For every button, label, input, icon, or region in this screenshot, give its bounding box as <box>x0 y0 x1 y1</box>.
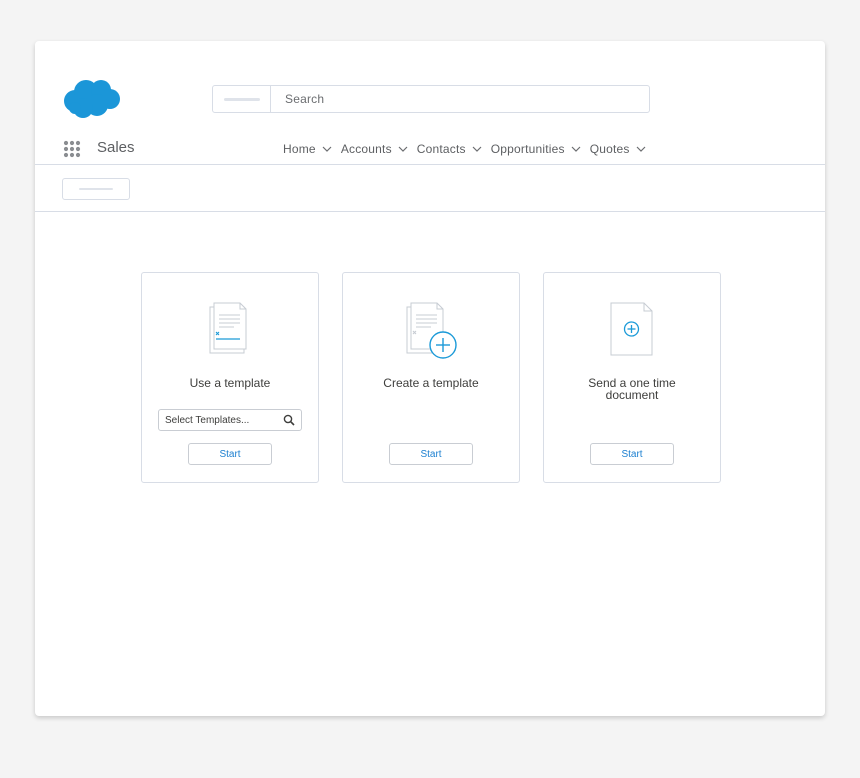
chevron-down-icon[interactable] <box>398 144 408 154</box>
card-title: Send a one time document <box>588 376 676 402</box>
search-input[interactable]: Search <box>285 92 324 106</box>
nav-tab-contacts[interactable]: Contacts <box>417 142 482 156</box>
use-template-start-button[interactable]: Start <box>188 443 272 465</box>
create-template-icon <box>406 302 457 359</box>
nav-tabs: Home Accounts Contacts Opportunities Quo… <box>283 142 655 156</box>
chevron-down-icon[interactable] <box>636 144 646 154</box>
app-navigation-bar: Sales Home Accounts Contacts Opportuniti… <box>35 137 825 165</box>
global-search[interactable]: Search <box>212 85 650 113</box>
search-icon[interactable] <box>283 414 295 426</box>
create-template-card: Create a template Start <box>342 272 520 483</box>
chevron-down-icon[interactable] <box>472 144 482 154</box>
nav-tab-label: Contacts <box>416 142 466 156</box>
nav-tab-label: Quotes <box>589 142 630 156</box>
placeholder-action-button[interactable] <box>62 178 130 200</box>
nav-tab-label: Accounts <box>340 142 392 156</box>
app-name: Sales <box>97 139 135 156</box>
select-templates-dropdown[interactable]: Select Templates... <box>158 409 302 431</box>
nav-tab-opportunities[interactable]: Opportunities <box>491 142 581 156</box>
card-title: Create a template <box>383 376 479 390</box>
use-template-card: Use a template Select Templates... Start <box>141 272 319 483</box>
card-title: Use a template <box>189 376 271 390</box>
button-placeholder-bar <box>79 188 113 190</box>
nav-tab-accounts[interactable]: Accounts <box>341 142 408 156</box>
app-window: Search Sales Home Accounts Contacts Oppo… <box>35 41 825 716</box>
page-header-bar <box>35 165 825 212</box>
search-scope-selector[interactable] <box>213 86 271 112</box>
app-launcher-icon[interactable] <box>63 140 81 158</box>
salesforce-logo[interactable] <box>63 79 121 119</box>
nav-tab-home[interactable]: Home <box>283 142 332 156</box>
select-templates-placeholder: Select Templates... <box>165 414 250 426</box>
one-time-document-card: Send a one time document Start <box>543 272 721 483</box>
scope-placeholder-bar <box>223 97 260 101</box>
chevron-down-icon[interactable] <box>322 144 332 154</box>
create-template-start-button[interactable]: Start <box>389 443 473 465</box>
send-document-start-button[interactable]: Start <box>590 443 674 465</box>
chevron-down-icon[interactable] <box>571 144 581 154</box>
nav-tab-label: Home <box>283 142 316 156</box>
template-document-icon <box>209 302 247 354</box>
nav-tab-label: Opportunities <box>490 142 565 156</box>
one-time-document-icon <box>610 302 653 356</box>
nav-tab-quotes[interactable]: Quotes <box>590 142 646 156</box>
